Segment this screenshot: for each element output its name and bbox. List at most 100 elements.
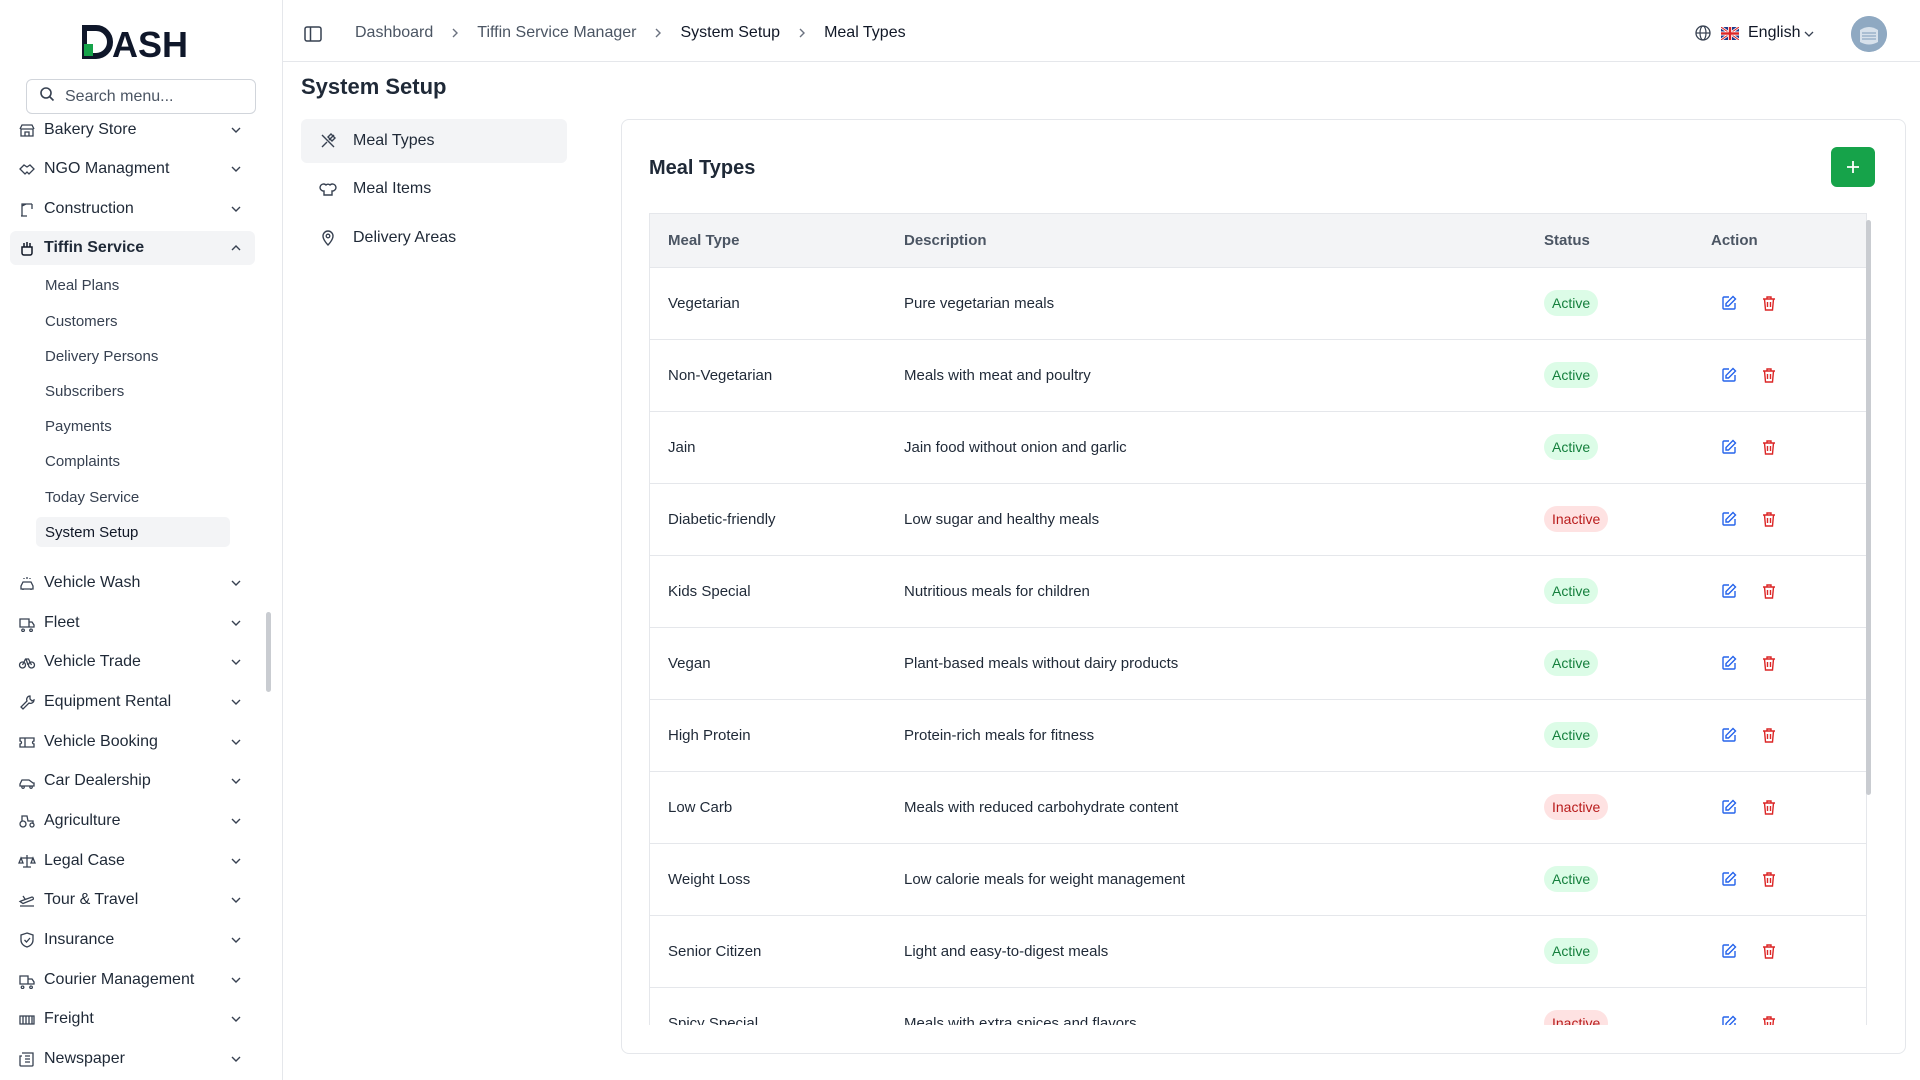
edit-icon[interactable] [1720,942,1738,960]
meal-type-cell: Weight Loss [668,871,751,888]
edit-icon[interactable] [1720,726,1738,744]
breadcrumb-dashboard[interactable]: Dashboard [355,24,433,42]
delete-icon[interactable] [1760,438,1778,456]
sidebar-item-car-dealership[interactable]: Car Dealership [10,764,255,798]
edit-icon[interactable] [1720,366,1738,384]
sidebar-item-label: Insurance [44,931,115,948]
edit-icon[interactable] [1720,438,1738,456]
delete-icon[interactable] [1760,582,1778,600]
submenu-item-customers[interactable]: Customers [36,306,230,336]
language-label: English [1748,24,1801,41]
subnav-delivery-areas[interactable]: Delivery Areas [301,216,567,260]
sidebar-item-label: Freight [44,1010,94,1027]
sidebar-toggle-icon[interactable] [303,24,323,44]
edit-icon[interactable] [1720,294,1738,312]
edit-icon[interactable] [1720,1014,1738,1025]
language-selector[interactable]: English [1694,24,1815,42]
breadcrumb-system-setup[interactable]: System Setup [680,24,780,42]
container-icon [18,1010,36,1028]
sidebar-item-equipment-rental[interactable]: Equipment Rental [10,685,255,719]
sidebar-item-fleet[interactable]: Fleet [10,606,255,640]
delete-icon[interactable] [1760,654,1778,672]
subnav-meal-items[interactable]: Meal Items [301,167,567,211]
description-cell: Meals with meat and poultry [904,367,1091,384]
crane-icon [18,200,36,218]
delete-icon[interactable] [1760,294,1778,312]
status-badge: Active [1544,362,1599,388]
tiffin-icon [18,239,36,257]
delete-icon[interactable] [1760,798,1778,816]
sidebar-item-ngo-managment[interactable]: NGO Managment [10,152,255,186]
sidebar-item-newspaper[interactable]: Newspaper [10,1042,255,1076]
edit-icon[interactable] [1720,870,1738,888]
sidebar-item-courier-management[interactable]: Courier Management [10,963,255,997]
edit-icon[interactable] [1720,654,1738,672]
search-input[interactable] [65,87,245,106]
sidebar-item-vehicle-wash[interactable]: Vehicle Wash [10,566,255,600]
status-badge: Active [1544,722,1599,748]
delete-icon[interactable] [1760,366,1778,384]
sidebar-item-vehicle-booking[interactable]: Vehicle Booking [10,725,255,759]
sidebar-item-tiffin-service[interactable]: Tiffin Service [10,231,255,265]
sidebar-item-agriculture[interactable]: Agriculture [10,804,255,838]
meal-type-cell: High Protein [668,727,751,744]
avatar[interactable] [1851,16,1887,52]
chevron-down-icon [229,1052,243,1066]
sidebar-item-label: Vehicle Wash [44,574,141,591]
utensils-icon [319,132,337,150]
add-meal-type-button[interactable] [1831,147,1875,187]
table-row: High Protein Protein-rich meals for fitne… [650,700,1866,772]
subnav-label: Meal Types [353,132,435,149]
map-pin-icon [319,229,337,247]
status-badge: Inactive [1544,794,1609,820]
sidebar-item-construction[interactable]: Construction [10,192,255,226]
submenu-item-payments[interactable]: Payments [36,411,230,441]
delete-icon[interactable] [1760,942,1778,960]
delete-icon[interactable] [1760,1014,1778,1025]
sidebar-item-vehicle-trade[interactable]: Vehicle Trade [10,645,255,679]
submenu-item-subscribers[interactable]: Subscribers [36,376,230,406]
submenu-item-delivery-persons[interactable]: Delivery Persons [36,341,230,371]
search-box[interactable] [26,79,256,114]
meal-type-cell: Vegan [668,655,711,672]
description-cell: Low sugar and healthy meals [904,511,1100,528]
submenu-item-system-setup[interactable]: System Setup [36,517,230,547]
description-cell: Plant-based meals without dairy products [904,655,1179,672]
search-icon [39,86,55,107]
status-badge: Inactive [1544,1010,1609,1025]
chevron-right-icon [449,27,461,39]
submenu-item-today-service[interactable]: Today Service [36,482,230,512]
sidebar-item-bakery-store[interactable]: Bakery Store [10,113,255,147]
submenu-item-complaints[interactable]: Complaints [36,446,230,476]
table-row: Spicy Special Meals with extra spices and… [650,988,1866,1025]
delete-icon[interactable] [1760,870,1778,888]
edit-icon[interactable] [1720,582,1738,600]
status-badge: Active [1544,434,1599,460]
edit-icon[interactable] [1720,798,1738,816]
subnav-meal-types[interactable]: Meal Types [301,119,567,163]
description-cell: Pure vegetarian meals [904,295,1055,312]
column-header-meal-type: Meal Type [668,232,740,249]
sidebar-item-label: Fleet [44,614,80,631]
chevron-down-icon [229,973,243,987]
table-scrollbar[interactable] [1866,220,1871,795]
handshake-icon [18,160,36,178]
column-header-description: Description [904,232,987,249]
sidebar-item-insurance[interactable]: Insurance [10,923,255,957]
sidebar-item-label: Bakery Store [44,121,137,138]
svg-text:ASH: ASH [112,24,188,65]
sidebar-item-tour-and-travel[interactable]: Tour & Travel [10,883,255,917]
submenu-item-meal-plans[interactable]: Meal Plans [36,270,230,300]
table-row: Weight Loss Low calorie meals for weight … [650,844,1866,916]
delete-icon[interactable] [1760,510,1778,528]
delete-icon[interactable] [1760,726,1778,744]
sidebar-item-label: Vehicle Booking [44,733,158,750]
subnav-label: Meal Items [353,180,432,197]
dash-logo[interactable]: ASH [81,22,202,66]
breadcrumb-tiffin-service-manager[interactable]: Tiffin Service Manager [477,24,636,42]
sidebar-item-legal-case[interactable]: Legal Case [10,844,255,878]
edit-icon[interactable] [1720,510,1738,528]
truck-icon [18,614,36,632]
sidebar-scrollbar[interactable] [266,612,271,692]
sidebar-item-freight[interactable]: Freight [10,1002,255,1036]
